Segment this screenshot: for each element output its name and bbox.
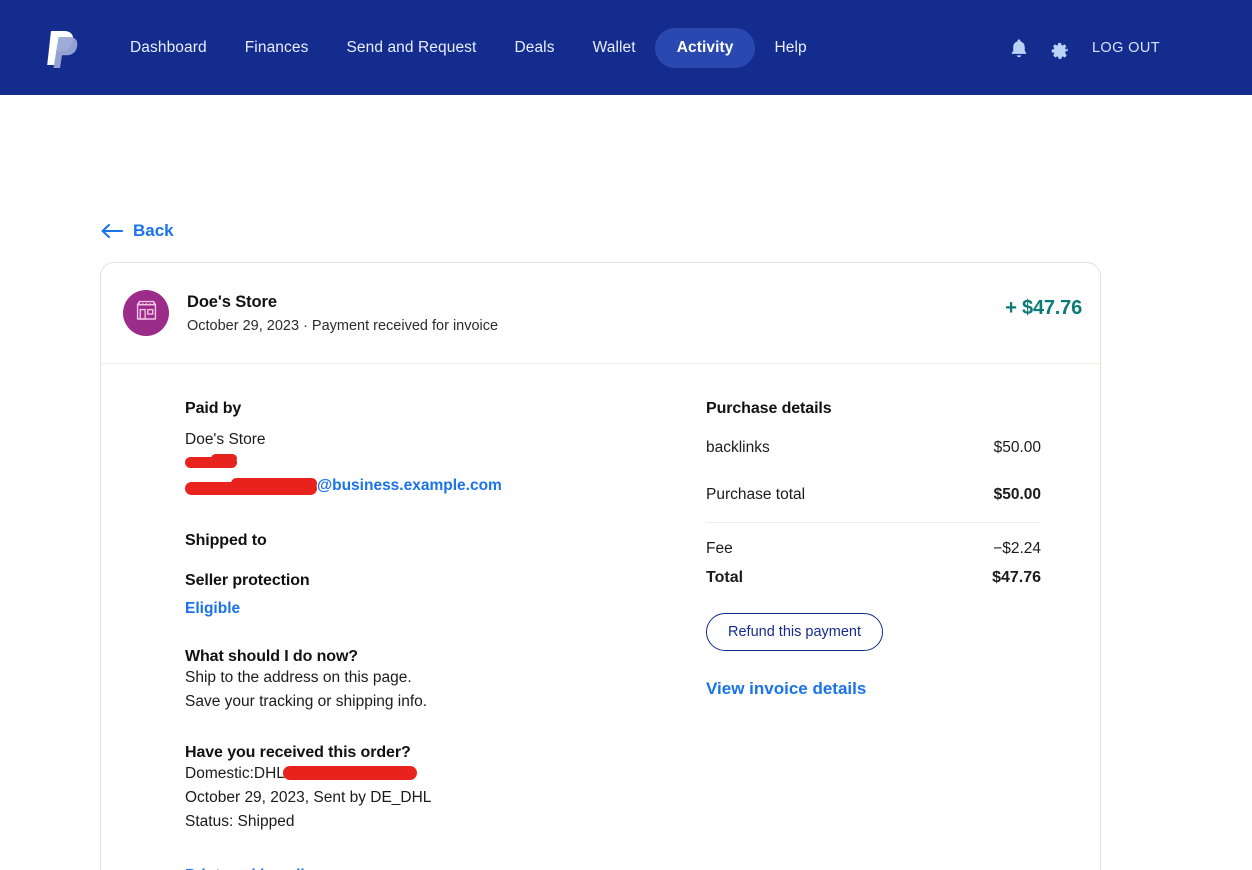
- purchase-total-label: Purchase total: [706, 486, 806, 503]
- purchase-details-divider: [706, 522, 1041, 523]
- bell-icon[interactable]: [1008, 37, 1030, 59]
- avatar: [123, 290, 169, 336]
- refund-payment-button[interactable]: Refund this payment: [706, 613, 883, 651]
- view-invoice-details-link[interactable]: View invoice details: [706, 679, 866, 699]
- order-status-line: Status: Shipped: [185, 813, 295, 830]
- nav-link-wallet[interactable]: Wallet: [574, 28, 655, 68]
- transaction-header-text: Doe's Store October 29, 2023 · Payment rec…: [187, 293, 498, 334]
- nav-link-finances[interactable]: Finances: [226, 28, 328, 68]
- redaction-mark-2: [211, 454, 237, 463]
- redaction-mark-1: [185, 457, 237, 468]
- transaction-description: Payment received for invoice: [311, 317, 499, 334]
- redaction-mark-3: [185, 482, 317, 495]
- paid-by-redacted-line: [185, 452, 621, 476]
- meta-separator: ·: [303, 317, 308, 334]
- back-button[interactable]: Back: [100, 221, 174, 241]
- top-navigation-bar: Dashboard Finances Send and Request Deal…: [0, 0, 1252, 95]
- what-now-line-2: Save your tracking or shipping info.: [185, 693, 428, 710]
- total-label: Total: [706, 569, 744, 586]
- order-carrier-text: Domestic:DHL: [185, 765, 285, 782]
- transaction-card-body: Paid by Doe's Store @business.example.co…: [101, 364, 1100, 870]
- transaction-left-column: Paid by Doe's Store @business.example.co…: [101, 400, 621, 870]
- total-amount: $47.76: [992, 569, 1041, 586]
- nav-link-help[interactable]: Help: [755, 28, 825, 68]
- what-now-line-1: Ship to the address on this page.: [185, 669, 412, 686]
- shipped-to-title: Shipped to: [185, 532, 267, 549]
- seller-protection-status[interactable]: Eligible: [185, 600, 621, 618]
- nav-links: Dashboard Finances Send and Request Deal…: [111, 27, 826, 68]
- logout-button[interactable]: LOG OUT: [1092, 40, 1160, 56]
- order-received-title: Have you received this order?: [185, 744, 411, 761]
- transaction-card-header: Doe's Store October 29, 2023 · Payment rec…: [101, 263, 1100, 364]
- merchant-name: Doe's Store: [187, 292, 277, 311]
- fee-label: Fee: [706, 540, 733, 557]
- nav-right-controls: LOG OUT: [1008, 37, 1160, 59]
- paid-by-email[interactable]: @business.example.com: [185, 476, 621, 502]
- fee-amount: −$2.24: [993, 540, 1041, 557]
- paid-by-name: Doe's Store: [185, 431, 266, 448]
- purchase-details-title: Purchase details: [706, 400, 832, 417]
- transaction-detail-card: Doe's Store October 29, 2023 · Payment rec…: [100, 262, 1101, 870]
- transaction-right-column: Purchase details backlinks $50.00 Purcha…: [621, 400, 1041, 870]
- paid-by-title: Paid by: [185, 400, 242, 417]
- nav-link-activity[interactable]: Activity: [654, 27, 756, 68]
- transaction-meta: October 29, 2023 · Payment received for in…: [187, 318, 498, 334]
- what-now-title: What should I do now?: [185, 648, 358, 665]
- transaction-date: October 29, 2023: [187, 317, 300, 334]
- seller-protection-title: Seller protection: [185, 572, 310, 589]
- nav-link-dashboard[interactable]: Dashboard: [111, 28, 226, 68]
- paid-by-email-domain: @business.example.com: [317, 477, 502, 494]
- total-row: Total $47.76: [706, 569, 1041, 587]
- arrow-left-icon: [100, 223, 124, 239]
- storefront-icon: [134, 298, 159, 328]
- back-label: Back: [133, 221, 174, 240]
- purchase-item-row: backlinks $50.00: [706, 439, 1041, 457]
- purchase-total-row: Purchase total $50.00: [706, 486, 1041, 504]
- print-packing-slip-link[interactable]: Print packing slip: [185, 864, 621, 870]
- gear-icon[interactable]: [1048, 37, 1070, 59]
- transaction-amount: + $47.76: [1005, 297, 1082, 319]
- order-date-line: October 29, 2023, Sent by DE_DHL: [185, 789, 432, 806]
- nav-link-deals[interactable]: Deals: [495, 28, 573, 68]
- redaction-mark-4: [231, 478, 317, 489]
- fee-row: Fee −$2.24: [706, 540, 1041, 558]
- order-carrier-line: Domestic:DHL: [185, 762, 621, 786]
- nav-link-send-and-request[interactable]: Send and Request: [327, 28, 495, 68]
- redaction-mark-5: [283, 766, 417, 780]
- purchase-total-amount: $50.00: [993, 486, 1041, 503]
- purchase-item-label: backlinks: [706, 439, 770, 456]
- purchase-item-amount: $50.00: [993, 439, 1041, 456]
- paypal-logo[interactable]: [45, 28, 79, 68]
